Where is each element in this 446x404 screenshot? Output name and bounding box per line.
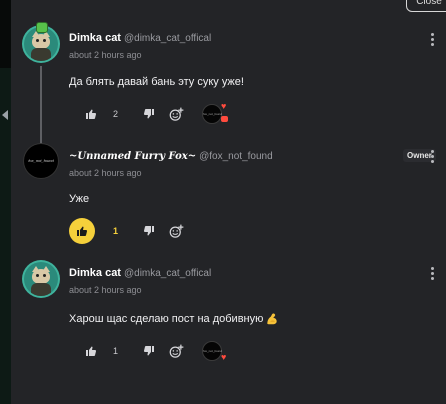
close-button[interactable]: Close: [406, 0, 446, 12]
more-vert-icon[interactable]: [431, 150, 434, 163]
thumbs-up-icon: [77, 226, 88, 236]
cat-body-icon: [31, 48, 51, 61]
cat-eye-icon: [36, 274, 39, 277]
dislike-button[interactable]: [143, 338, 155, 364]
add-reaction-button[interactable]: [169, 338, 184, 364]
timestamp: about 2 hours ago: [69, 50, 142, 60]
more-vert-icon[interactable]: [431, 33, 434, 46]
cat-eye-icon: [43, 274, 46, 277]
background-band: [0, 0, 11, 68]
chat-bubble-icon: [221, 116, 228, 122]
author-name[interactable]: ~Unnamed Furry Fox~ @fox_not_found: [69, 151, 273, 162]
author-name[interactable]: Dimka cat @dimka_cat_offical: [69, 267, 211, 279]
cat-eye-icon: [36, 39, 39, 42]
more-vert-icon[interactable]: [431, 267, 434, 280]
thumbs-up-icon: [86, 346, 97, 356]
comment-text: Да блять давай бань эту суку уже!: [69, 76, 244, 88]
comment-text: Харош щас сделаю пост на добивную: [69, 312, 279, 326]
timestamp: about 2 hours ago: [69, 285, 142, 295]
add-reaction-icon: [169, 224, 184, 238]
like-count: 2: [113, 109, 119, 119]
thumbs-down-icon: [143, 109, 154, 119]
author-handle: @dimka_cat_offical: [123, 268, 212, 279]
add-reaction-button[interactable]: [169, 101, 184, 127]
reaction-avatar[interactable]: fox_not_found: [202, 104, 222, 124]
author-name[interactable]: Dimka cat @dimka_cat_offical: [69, 32, 211, 44]
like-button[interactable]: [69, 218, 95, 244]
reaction-avatar[interactable]: fox_not_found: [202, 341, 222, 361]
thumbs-up-icon: [86, 109, 97, 119]
heart-icon: ♥: [221, 352, 227, 362]
thumbs-down-icon: [143, 226, 154, 236]
like-count: 1: [113, 346, 119, 356]
collapse-arrow-icon[interactable]: [2, 110, 8, 120]
background-strip: [0, 0, 11, 404]
reply-thread-line: [40, 66, 42, 144]
cat-body-icon: [31, 283, 51, 296]
comment-actions: 1: [69, 218, 269, 244]
cat-face-icon: [32, 34, 50, 49]
cat-face-icon: [32, 269, 50, 284]
like-count: 1: [113, 226, 119, 236]
cat-eye-icon: [43, 39, 46, 42]
add-reaction-icon: [169, 344, 184, 358]
author-handle: @fox_not_found: [199, 151, 273, 162]
avatar[interactable]: [24, 262, 58, 296]
avatar[interactable]: fox_not_found: [24, 144, 58, 178]
timestamp: about 2 hours ago: [69, 168, 142, 178]
level-badge-icon: [36, 22, 48, 33]
add-reaction-button[interactable]: [169, 218, 184, 244]
comment-actions: 2 fox_not_found ♥: [69, 101, 269, 127]
like-button[interactable]: [85, 338, 97, 364]
dislike-button[interactable]: [143, 101, 155, 127]
comment-text: Уже: [69, 193, 90, 205]
heart-icon: ♥: [221, 101, 227, 111]
add-reaction-icon: [169, 107, 184, 121]
comment-actions: 1 fox_not_found ♥: [69, 338, 269, 364]
dislike-button[interactable]: [143, 218, 155, 244]
flexed-biceps-icon: [267, 313, 278, 325]
author-handle: @dimka_cat_offical: [123, 33, 212, 44]
like-button[interactable]: [85, 101, 97, 127]
thumbs-down-icon: [143, 346, 154, 356]
